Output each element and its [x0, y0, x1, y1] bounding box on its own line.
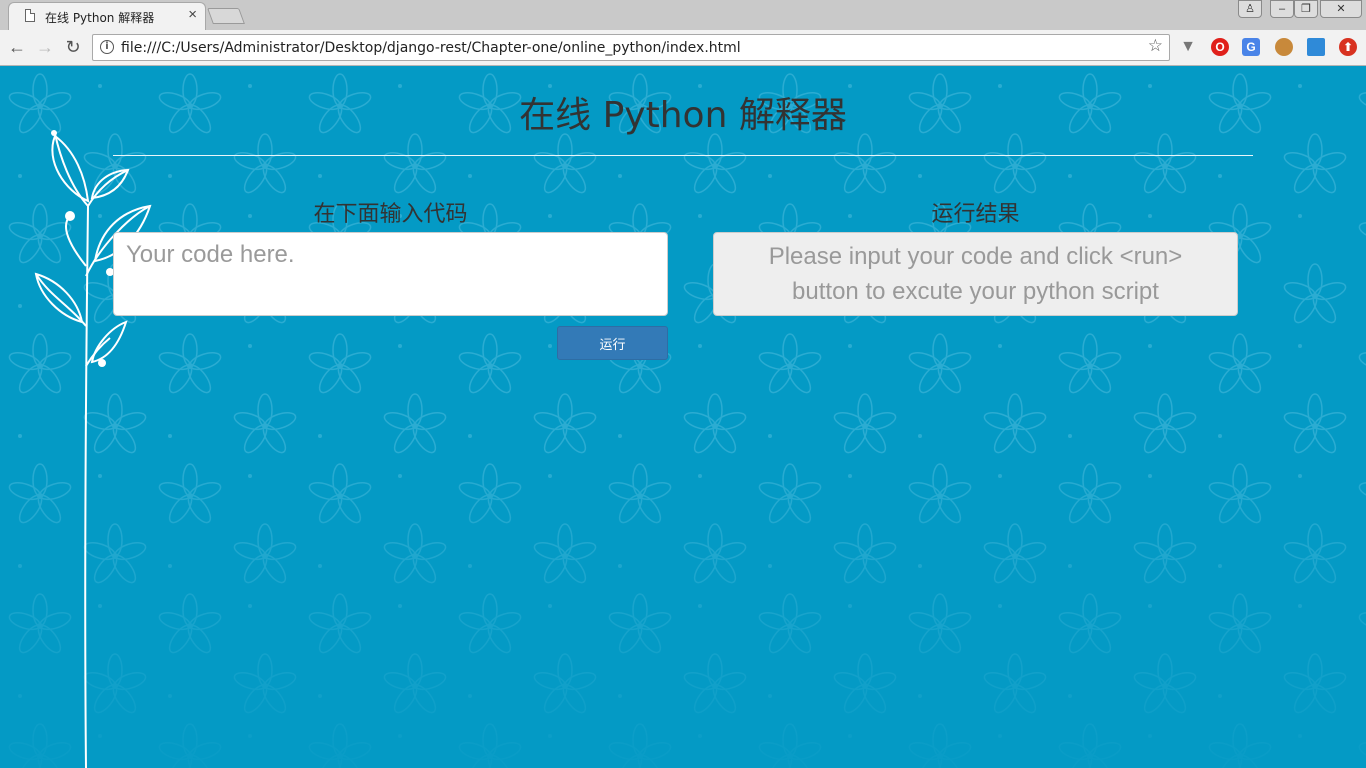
user-profile-button[interactable]: ♙	[1238, 0, 1262, 18]
reload-icon[interactable]: ↻	[62, 36, 84, 58]
address-bar[interactable]: i file:///C:/Users/Administrator/Desktop…	[92, 34, 1170, 61]
close-window-button[interactable]: ✕	[1320, 0, 1362, 18]
url-text[interactable]: file:///C:/Users/Administrator/Desktop/d…	[121, 40, 741, 56]
new-tab-button[interactable]	[207, 8, 245, 24]
tab-strip: 在线 Python 解释器 × ♙ – ❐ ✕	[0, 0, 1366, 30]
opera-icon[interactable]: O	[1211, 38, 1229, 56]
code-input[interactable]	[113, 232, 668, 316]
floral-background	[0, 66, 1366, 768]
back-icon[interactable]: ←	[6, 36, 28, 58]
title-divider	[113, 155, 1253, 156]
browser-chrome: 在线 Python 解释器 × ♙ – ❐ ✕ ← → ↻ i file:///…	[0, 0, 1366, 66]
window-icon[interactable]	[1307, 38, 1325, 56]
translate-icon[interactable]: G	[1242, 38, 1260, 56]
code-heading: 在下面输入代码	[313, 202, 468, 227]
maximize-button[interactable]: ❐	[1294, 0, 1318, 18]
tab-title: 在线 Python 解释器	[45, 11, 155, 25]
result-heading: 运行结果	[931, 202, 1020, 227]
run-button[interactable]: 运行	[557, 326, 668, 360]
addon-icon[interactable]: ⬆	[1339, 38, 1357, 56]
minimize-button[interactable]: –	[1270, 0, 1294, 18]
bookmark-star-icon[interactable]: ☆	[1148, 36, 1163, 56]
tab-close-icon[interactable]: ×	[188, 6, 197, 23]
info-icon[interactable]: i	[100, 40, 114, 54]
forward-icon[interactable]: →	[34, 36, 56, 58]
page-title: 在线 Python 解释器	[519, 95, 847, 136]
browser-tab[interactable]: 在线 Python 解释器 ×	[8, 2, 206, 30]
vivaldi-icon[interactable]: ▼	[1179, 38, 1197, 56]
result-output: Please input your code and click <run> b…	[713, 232, 1238, 316]
document-icon	[25, 9, 35, 22]
browser-toolbar: ← → ↻ i file:///C:/Users/Administrator/D…	[0, 30, 1366, 66]
cookie-icon[interactable]	[1275, 38, 1293, 56]
page-body: 在线 Python 解释器 在下面输入代码 运行结果 Please input …	[0, 66, 1366, 768]
